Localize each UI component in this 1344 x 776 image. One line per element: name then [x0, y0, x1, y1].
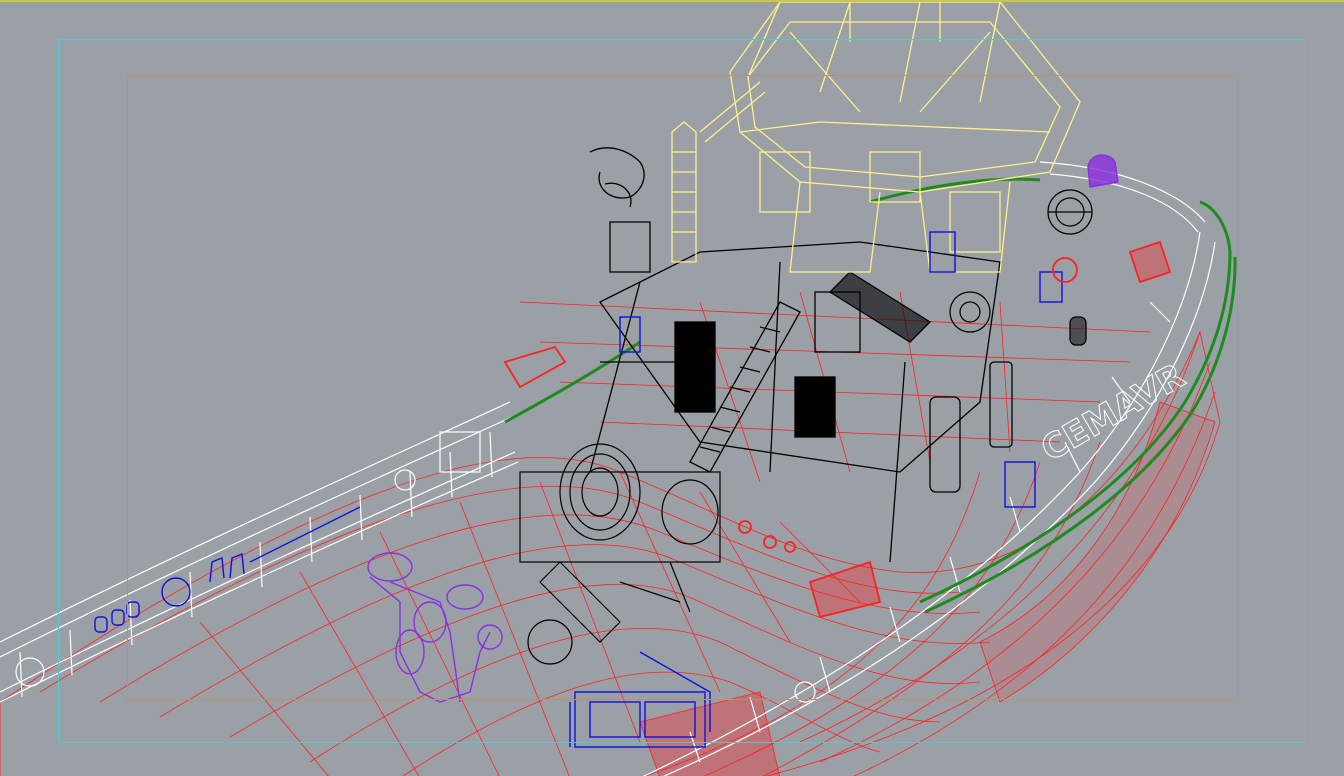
- mast-tower: [671, 2, 1081, 273]
- capstan-icon: [1047, 189, 1093, 235]
- wireframe-viewport[interactable]: CEMAVR: [0, 0, 1344, 776]
- capstan-icon: [949, 291, 991, 333]
- hull-mesh: [0, 291, 1221, 776]
- ship-wireframe-scene[interactable]: CEMAVR: [0, 2, 1344, 776]
- capstan-1: [1047, 189, 1093, 235]
- capstan-2: [949, 291, 991, 333]
